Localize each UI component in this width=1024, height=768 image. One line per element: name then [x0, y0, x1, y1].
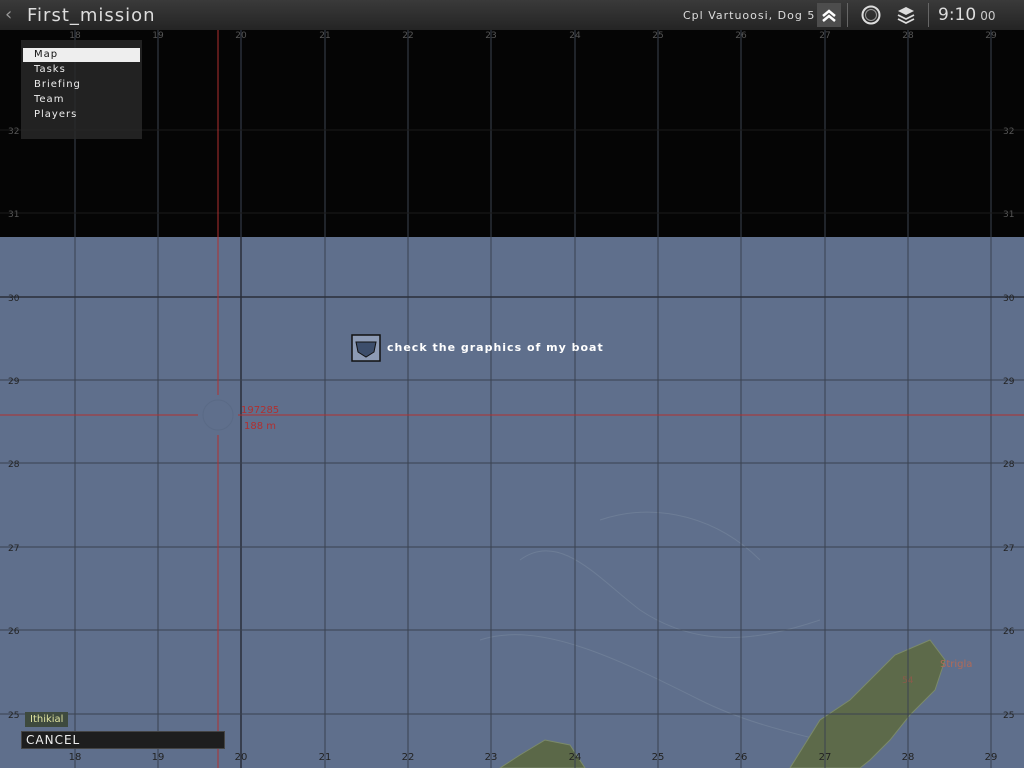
grid-label-right: 29	[1003, 377, 1015, 387]
grid-label-bottom: 23	[485, 752, 498, 763]
grid-label-right: 27	[1003, 544, 1014, 554]
grid-label-bottom: 19	[152, 752, 165, 763]
grid-label-bottom: 22	[402, 752, 415, 763]
back-arrow-icon[interactable]: ‹	[5, 4, 12, 25]
grid-label-bottom: 27	[819, 752, 832, 763]
player-label: Cpl Vartuoosi, Dog 5	[683, 9, 816, 22]
grid-label-bottom: 21	[319, 752, 332, 763]
unexplored-area	[0, 30, 1024, 237]
map-view[interactable]: 1818191920202121222223232424252526262727…	[0, 30, 1024, 768]
grid-label-bottom: 25	[652, 752, 665, 763]
grid-label-bottom: 29	[985, 752, 998, 763]
grid-label-left: 27	[8, 544, 19, 554]
rank-chevron-icon[interactable]	[817, 3, 841, 27]
grid-label-top: 19	[152, 31, 164, 41]
grid-label-top: 28	[902, 31, 914, 41]
grid-label-top: 21	[319, 31, 330, 41]
grid-label-left: 26	[8, 627, 20, 637]
gps-icon[interactable]	[859, 3, 883, 27]
grid-label-left: 30	[8, 294, 20, 304]
grid-label-right: 25	[1003, 711, 1014, 721]
grid-label-bottom: 24	[569, 752, 582, 763]
grid-label-left: 28	[8, 460, 20, 470]
grid-label-left: 31	[8, 210, 19, 220]
grid-label-top: 29	[985, 31, 997, 41]
grid-label-top: 20	[235, 31, 247, 41]
cancel-button[interactable]: CANCEL	[21, 731, 225, 749]
clock-time: 9:10	[938, 5, 977, 25]
clock: 9:10 00	[938, 5, 995, 25]
cursor-grid-readout: 197285	[241, 405, 279, 416]
grid-label-top: 25	[652, 31, 663, 41]
menu-item-team[interactable]: Team	[23, 93, 140, 107]
grid-label-top: 26	[735, 31, 747, 41]
town-label: Strigla	[940, 659, 972, 670]
grid-label-left: 29	[8, 377, 20, 387]
grid-label-right: 28	[1003, 460, 1015, 470]
menu-item-tasks[interactable]: Tasks	[23, 63, 140, 77]
cursor-distance-readout: 188 m	[244, 421, 276, 432]
menu-item-briefing[interactable]: Briefing	[23, 78, 140, 92]
menu-item-map[interactable]: Map	[23, 48, 140, 62]
task-marker-text: check the graphics of my boat	[387, 341, 604, 354]
separator	[847, 3, 848, 27]
grid-label-bottom: 28	[902, 752, 915, 763]
grid-label-left: 25	[8, 711, 19, 721]
grid-label-right: 30	[1003, 294, 1015, 304]
grid-label-right: 26	[1003, 627, 1015, 637]
grid-label-top: 24	[569, 31, 581, 41]
grid-label-right: 32	[1003, 127, 1014, 137]
top-bar: ‹ First_mission Cpl Vartuoosi, Dog 5 9:1…	[0, 0, 1024, 31]
grid-label-bottom: 26	[735, 752, 748, 763]
layers-icon[interactable]	[894, 3, 918, 27]
grid-label-top: 22	[402, 31, 413, 41]
grid-label-right: 31	[1003, 210, 1014, 220]
clock-seconds: 00	[980, 9, 996, 23]
mission-title: First_mission	[27, 5, 156, 26]
grid-label-bottom: 18	[69, 752, 82, 763]
grid-label-bottom: 20	[235, 752, 248, 763]
height-label: 54	[902, 676, 914, 686]
menu-item-players[interactable]: Players	[23, 108, 140, 122]
map-menu: Map Tasks Briefing Team Players	[21, 40, 142, 139]
location-badge: Ithikial	[25, 712, 69, 727]
grid-label-top: 23	[485, 31, 496, 41]
grid-label-left: 32	[8, 127, 19, 137]
grid-label-top: 27	[819, 31, 830, 41]
separator	[928, 3, 929, 27]
